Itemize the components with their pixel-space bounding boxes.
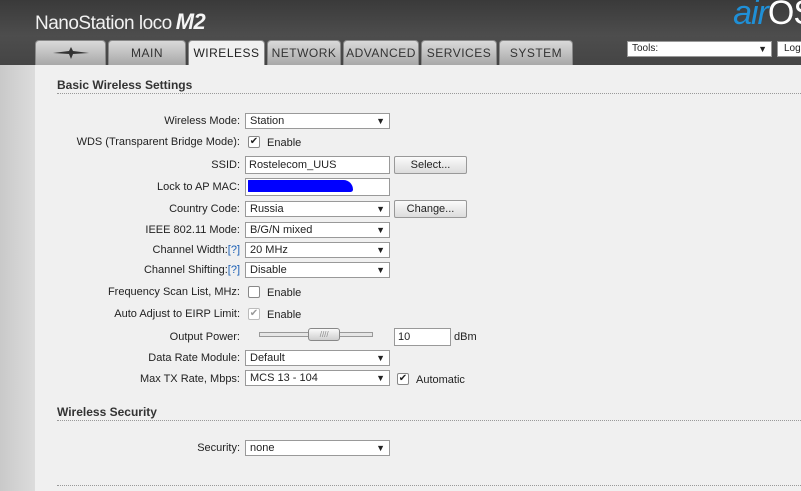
dropdown-arrow-icon: ▼ [376,443,385,453]
wds-enable-label: Enable [267,137,302,149]
airos-logo-os: OS [767,0,801,32]
redaction-scribble [248,180,353,192]
brand-model: M2 [175,9,206,34]
tab-wireless[interactable]: WIRELESS [188,40,265,65]
wireless-mode-label: Wireless Mode: [164,115,240,127]
max-tx-rate-label: Max TX Rate, Mbps: [139,373,240,385]
ieee-mode-select[interactable]: B/G/N mixed ▼ [245,222,390,238]
automatic-checkbox[interactable]: ✔ [397,373,409,385]
page-margin [0,65,35,491]
tab-services[interactable]: SERVICES [421,40,497,65]
security-select[interactable]: none ▼ [245,440,390,456]
ssid-input[interactable]: Rostelecom_UUS [245,156,390,174]
tab-network[interactable]: NETWORK [267,40,341,65]
section-divider [57,485,801,486]
channel-shifting-select[interactable]: Disable ▼ [245,262,390,278]
section-divider [57,93,801,94]
max-tx-rate-select[interactable]: MCS 13 - 104 ▼ [245,370,390,386]
dropdown-arrow-icon: ▼ [758,44,767,54]
security-label: Security: [197,442,240,454]
change-country-button[interactable]: Change... [394,200,467,218]
logout-button[interactable]: Logout [777,41,801,57]
header-bar: NanoStation locoM2 airOS MAIN WIRELESS N… [0,0,801,65]
frequency-scan-checkbox[interactable] [248,286,260,298]
channel-width-help-link[interactable]: [?] [228,244,240,256]
data-rate-module-label: Data Rate Module: [148,352,240,364]
tab-system[interactable]: SYSTEM [499,40,573,65]
channel-width-select[interactable]: 20 MHz ▼ [245,242,390,258]
dropdown-arrow-icon: ▼ [376,116,385,126]
tab-main[interactable]: MAIN [108,40,186,65]
section-title-basic-wireless: Basic Wireless Settings [57,78,193,92]
dropdown-arrow-icon: ▼ [376,353,385,363]
data-rate-module-value: Default [250,352,285,364]
channel-shifting-label-text: Channel Shifting: [143,264,228,276]
frequency-scan-enable-label: Enable [267,287,302,299]
eirp-limit-checkbox[interactable]: ✔ [248,308,260,320]
channel-shifting-value: Disable [250,264,287,276]
section-divider [57,420,801,421]
output-power-label: Output Power: [169,331,240,343]
ieee-mode-label: IEEE 802.11 Mode: [145,224,240,236]
channel-width-value: 20 MHz [250,244,288,256]
wds-checkbox[interactable]: ✔ [248,136,260,148]
wds-label: WDS (Transparent Bridge Mode): [76,136,240,148]
airos-logo: airOS [733,0,801,33]
channel-width-label-text: Channel Width: [152,244,228,256]
ubiquiti-logo-icon [52,47,89,59]
country-code-value: Russia [250,203,284,215]
security-value: none [250,442,275,454]
dropdown-arrow-icon: ▼ [376,204,385,214]
tab-advanced[interactable]: ADVANCED [343,40,419,65]
ssid-select-button[interactable]: Select... [394,156,467,174]
automatic-label: Automatic [416,374,465,386]
country-code-label: Country Code: [169,203,240,215]
lock-ap-mac-label: Lock to AP MAC: [157,181,240,193]
tools-dropdown-label: Tools: [632,43,659,54]
wireless-mode-select[interactable]: Station ▼ [245,113,390,129]
product-logo: NanoStation loco M2 [35,9,206,35]
airos-logo-air: air [733,0,769,32]
ssid-label: SSID: [211,159,240,171]
eirp-enable-label: Enable [267,309,302,321]
eirp-limit-label: Auto Adjust to EIRP Limit: [114,308,240,320]
output-power-unit: dBm [454,331,477,343]
country-code-select[interactable]: Russia ▼ [245,201,390,217]
data-rate-module-select[interactable]: Default ▼ [245,350,390,366]
tab-ubiquiti-logo[interactable] [35,40,106,65]
channel-shifting-help-link[interactable]: [?] [228,264,240,276]
max-tx-rate-value: MCS 13 - 104 [250,372,318,384]
tools-dropdown[interactable]: Tools: ▼ [627,41,772,57]
brand-name: NanoStation loco [35,13,172,34]
output-power-input[interactable]: 10 [394,328,451,346]
dropdown-arrow-icon: ▼ [376,373,385,383]
dropdown-arrow-icon: ▼ [376,245,385,255]
channel-shifting-label: Channel Shifting:[?] [144,264,240,276]
output-power-slider-handle[interactable]: //// [308,328,341,341]
channel-width-label: Channel Width:[?] [153,244,240,256]
wireless-settings-panel: Basic Wireless Settings Wireless Mode: S… [35,65,801,491]
section-title-wireless-security: Wireless Security [57,405,157,419]
dropdown-arrow-icon: ▼ [376,225,385,235]
dropdown-arrow-icon: ▼ [376,265,385,275]
ieee-mode-value: B/G/N mixed [250,224,313,236]
frequency-scan-label: Frequency Scan List, MHz: [107,286,240,298]
wireless-mode-value: Station [250,115,285,127]
